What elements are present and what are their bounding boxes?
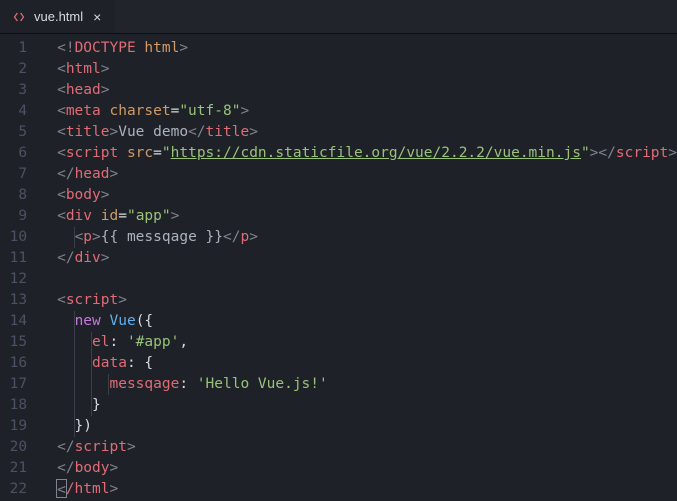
code-line[interactable]: <p>{{ messqage }}</p> — [57, 227, 677, 248]
code-line[interactable]: <html> — [57, 59, 677, 80]
line-number: 21 — [0, 458, 27, 479]
indent-guide — [74, 374, 75, 395]
line-number: 20 — [0, 437, 27, 458]
tab-vue-html[interactable]: vue.html × — [0, 0, 115, 33]
code-line[interactable]: <title>Vue demo</title> — [57, 122, 677, 143]
code-line[interactable]: }) — [57, 416, 677, 437]
code-line[interactable]: new Vue({ — [57, 311, 677, 332]
code-line[interactable]: </div> — [57, 248, 677, 269]
line-number: 8 — [0, 185, 27, 206]
line-number: 17 — [0, 374, 27, 395]
close-icon[interactable]: × — [91, 10, 103, 24]
line-number: 16 — [0, 353, 27, 374]
line-number: 10 — [0, 227, 27, 248]
indent-guide — [91, 332, 92, 353]
code-line[interactable]: </script> — [57, 437, 677, 458]
code-line[interactable]: } — [57, 395, 677, 416]
code-editor[interactable]: 12345678910111213141516171819202122 <!DO… — [0, 34, 677, 500]
code-file-icon — [12, 10, 26, 24]
code-line[interactable]: <div id="app"> — [57, 206, 677, 227]
line-number: 22 — [0, 479, 27, 500]
indent-guide — [74, 395, 75, 416]
indent-guide — [91, 374, 92, 395]
line-number: 14 — [0, 311, 27, 332]
code-line[interactable] — [57, 269, 677, 290]
line-number: 9 — [0, 206, 27, 227]
line-number: 5 — [0, 122, 27, 143]
indent-guide — [108, 374, 109, 395]
code-line[interactable]: </body> — [57, 458, 677, 479]
code-line[interactable]: </html> — [57, 479, 677, 500]
code-line[interactable]: <!DOCTYPE html> — [57, 38, 677, 59]
code-line[interactable]: <script src="https://cdn.staticfile.org/… — [57, 143, 677, 164]
line-number: 7 — [0, 164, 27, 185]
code-line[interactable]: <script> — [57, 290, 677, 311]
indent-guide — [91, 353, 92, 374]
line-number: 3 — [0, 80, 27, 101]
indent-guide — [91, 395, 92, 416]
code-line[interactable]: messqage: 'Hello Vue.js!' — [57, 374, 677, 395]
code-line[interactable]: </head> — [57, 164, 677, 185]
line-number: 2 — [0, 59, 27, 80]
code-line[interactable]: <meta charset="utf-8"> — [57, 101, 677, 122]
line-number: 19 — [0, 416, 27, 437]
tab-bar: vue.html × — [0, 0, 677, 34]
code-line[interactable]: <head> — [57, 80, 677, 101]
tab-filename: vue.html — [34, 9, 83, 24]
indent-guide — [74, 353, 75, 374]
line-number: 15 — [0, 332, 27, 353]
line-number-gutter: 12345678910111213141516171819202122 — [0, 34, 43, 500]
line-number: 11 — [0, 248, 27, 269]
line-number: 12 — [0, 269, 27, 290]
code-line[interactable]: <body> — [57, 185, 677, 206]
line-number: 13 — [0, 290, 27, 311]
line-number: 1 — [0, 38, 27, 59]
line-number: 18 — [0, 395, 27, 416]
code-area[interactable]: <!DOCTYPE html><html><head><meta charset… — [43, 34, 677, 500]
line-number: 4 — [0, 101, 27, 122]
indent-guide — [74, 311, 75, 332]
code-line[interactable]: el: '#app', — [57, 332, 677, 353]
line-number: 6 — [0, 143, 27, 164]
indent-guide — [74, 416, 75, 437]
indent-guide — [74, 332, 75, 353]
code-line[interactable]: data: { — [57, 353, 677, 374]
indent-guide — [74, 227, 75, 248]
